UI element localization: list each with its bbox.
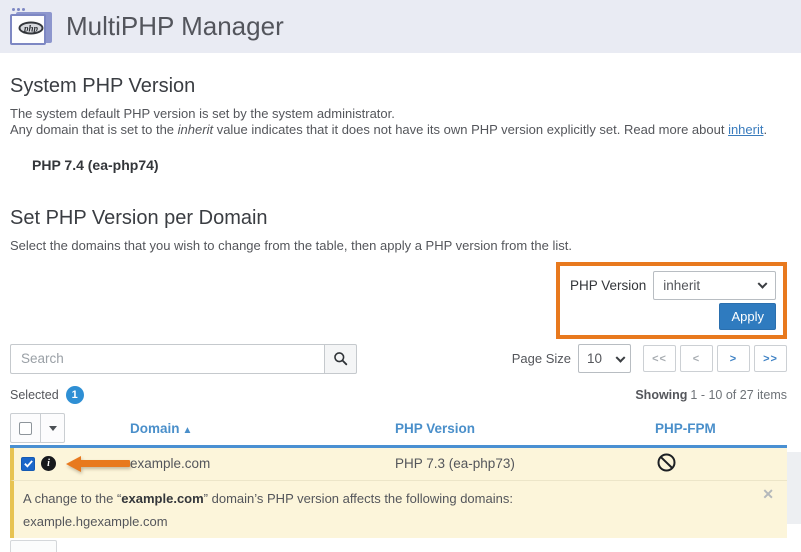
info-icon[interactable]: i xyxy=(41,456,56,471)
inherit-link[interactable]: inherit xyxy=(728,122,763,137)
select-all-group xyxy=(10,413,130,443)
caret-down-icon xyxy=(48,425,57,431)
select-all-checkbox[interactable] xyxy=(10,413,41,443)
annotation-arrow-icon xyxy=(66,455,130,472)
page-size-select[interactable]: 10 xyxy=(578,344,631,373)
notice-text: A change to the “example.com” domain’s P… xyxy=(23,491,753,506)
page-edge xyxy=(787,452,801,524)
showing-label: Showing xyxy=(635,387,688,402)
search-group xyxy=(10,343,357,374)
main-content: System PHP Version The system default PH… xyxy=(0,75,801,552)
column-header-php-fpm[interactable]: PHP-FPM xyxy=(655,421,787,436)
system-php-version-value: PHP 7.4 (ea-php74) xyxy=(32,157,159,173)
sort-asc-icon: ▲ xyxy=(182,424,193,436)
table-toolbar: Page Size 10 << < > >> xyxy=(10,343,787,374)
php-logo-text: php xyxy=(18,21,44,35)
page-header: php MultiPHP Manager xyxy=(0,0,801,53)
apply-panel-row: PHP Version inherit Apply xyxy=(10,261,787,339)
affected-domain: example.hgexample.com xyxy=(23,513,168,529)
search-icon xyxy=(334,352,348,366)
search-input[interactable] xyxy=(10,343,324,374)
header-checkbox-cell xyxy=(10,413,130,443)
pagination-prev-button[interactable]: < xyxy=(680,345,713,372)
pagination-next-button[interactable]: > xyxy=(717,345,750,372)
system-desc-line1: The system default PHP version is set by… xyxy=(10,106,395,121)
checkbox-empty-icon xyxy=(19,421,32,435)
system-desc-line2-end: . xyxy=(763,121,768,137)
selected-count-badge: 1 xyxy=(65,385,84,404)
showing-summary: Showing 1 - 10 of 27 items xyxy=(635,388,787,402)
php-app-icon: php xyxy=(9,7,53,46)
close-icon[interactable]: ✕ xyxy=(762,486,774,503)
apply-button[interactable]: Apply xyxy=(719,302,776,330)
system-php-heading: System PHP Version xyxy=(10,75,196,97)
selection-summary-row: Selected 1 Showing 1 - 10 of 27 items xyxy=(10,385,787,404)
domain-header-label: Domain xyxy=(130,420,180,436)
set-php-description: Select the domains that you wish to chan… xyxy=(10,238,572,253)
php-version-select-line: PHP Version inherit xyxy=(570,270,776,300)
page-title: MultiPHP Manager xyxy=(66,11,284,41)
system-php-description: The system default PHP version is set by… xyxy=(10,106,787,137)
inherit-emphasis: inherit xyxy=(177,121,214,137)
php-version-label: PHP Version xyxy=(570,277,647,293)
cell-domain: example.com xyxy=(130,456,211,471)
notice-text-pre: A change to the “ xyxy=(23,490,122,506)
selected-summary: Selected 1 xyxy=(10,385,84,404)
row-checkbox[interactable] xyxy=(21,456,35,471)
apply-button-line: Apply xyxy=(570,302,776,330)
notice-text-post: ” domain’s PHP version affects the follo… xyxy=(203,490,513,506)
cell-php-fpm xyxy=(655,453,787,475)
php-icon-dots xyxy=(12,7,25,11)
select-menu-caret-button[interactable] xyxy=(41,413,65,443)
pagination-last-button[interactable]: >> xyxy=(754,345,787,372)
apply-annotation-box: PHP Version inherit Apply xyxy=(556,261,787,339)
column-header-domain[interactable]: Domain ▲ xyxy=(130,421,395,436)
pagination-first-button[interactable]: << xyxy=(643,345,676,372)
prohibited-icon xyxy=(657,453,676,471)
set-php-heading: Set PHP Version per Domain xyxy=(10,207,268,229)
showing-range: 1 - 10 of 27 items xyxy=(690,387,787,402)
notice-domain: example.com xyxy=(121,490,204,506)
table-row[interactable]: i example.com PHP 7.3 (ea-php73) xyxy=(10,447,787,480)
row-controls-cell: i xyxy=(14,455,130,472)
column-header-php-version[interactable]: PHP Version xyxy=(395,421,655,436)
system-desc-line2-pre: Any domain that is set to the xyxy=(10,121,178,137)
next-row-partial xyxy=(10,539,57,552)
check-icon xyxy=(23,460,33,468)
page-controls: Page Size 10 << < > >> xyxy=(512,344,787,373)
search-button[interactable] xyxy=(324,343,357,374)
affected-domains-notice: ✕ A change to the “example.com” domain’s… xyxy=(10,479,787,538)
pagination: << < > >> xyxy=(643,345,787,372)
cell-php-version: PHP 7.3 (ea-php73) xyxy=(395,456,515,471)
selected-label: Selected xyxy=(10,387,59,402)
page-size-label: Page Size xyxy=(511,351,571,366)
system-desc-line2-mid: value indicates that it does not have it… xyxy=(213,121,729,137)
php-version-select[interactable]: inherit xyxy=(653,270,776,300)
table-header-row: Domain ▲ PHP Version PHP-FPM xyxy=(10,412,787,445)
